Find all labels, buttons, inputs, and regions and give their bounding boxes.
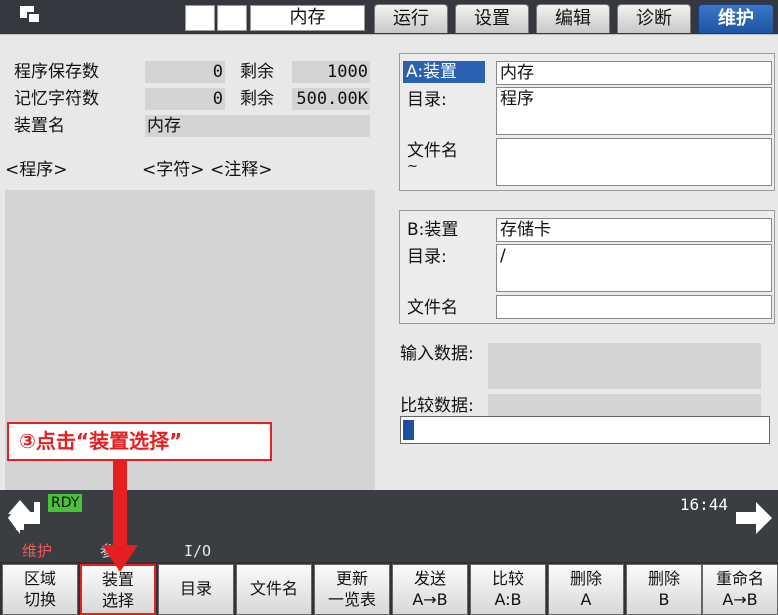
- compare-data-label: 比较数据:: [400, 396, 474, 416]
- input-data-field: [488, 343, 761, 389]
- fkey-label: A: [580, 590, 592, 609]
- fkey-directory[interactable]: 目录: [158, 564, 234, 615]
- tab-maintenance[interactable]: 维护: [698, 4, 774, 33]
- panel-a-device-label[interactable]: A:装置: [403, 61, 485, 83]
- char-count-value: 0: [145, 88, 225, 110]
- tab-run[interactable]: 运行: [374, 4, 448, 33]
- program-count-label: 程序保存数: [14, 62, 99, 82]
- panel-b: B:装置 存储卡 目录: / 文件名: [399, 210, 775, 324]
- menupath-io[interactable]: I/O: [184, 541, 211, 561]
- fkey-area-switch[interactable]: 区域 切换: [2, 564, 78, 615]
- fkey-label: 重命名: [715, 569, 764, 588]
- top-status-box-1: [185, 5, 215, 31]
- fkey-label: 区域: [23, 569, 56, 588]
- ready-indicator: RDY: [48, 494, 83, 512]
- device-name-label: 装置名: [14, 116, 65, 136]
- panel-a-dir-field[interactable]: 程序: [496, 87, 772, 135]
- device-name-value: 内存: [145, 115, 370, 137]
- fkey-label: 文件名: [249, 579, 298, 598]
- panel-b-file-field[interactable]: [496, 295, 772, 319]
- next-arrow-icon[interactable]: [734, 498, 774, 538]
- program-count-value: 0: [145, 61, 225, 83]
- fkey-label: 切换: [23, 590, 56, 609]
- panel-a: A:装置 内存 目录: 程序 文件名 ~: [399, 53, 775, 191]
- column-chars: <字符>: [142, 160, 205, 180]
- char-count-label: 记忆字符数: [14, 89, 99, 109]
- annotation-arrow-icon: [102, 460, 138, 572]
- fkey-send-a-to-b[interactable]: 发送 A→B: [392, 564, 468, 615]
- fkey-label: 更新: [335, 569, 368, 588]
- fkey-label: A→B: [722, 590, 758, 609]
- fkey-filename[interactable]: 文件名: [236, 564, 312, 615]
- progress-fill: [403, 420, 414, 440]
- program-remain-value: 1000: [292, 61, 370, 83]
- annotation-callout: ③点击“装置选择”: [7, 422, 272, 461]
- menupath-maintenance[interactable]: 维护: [22, 541, 52, 561]
- column-program: <程序>: [5, 160, 68, 180]
- fkey-label: A:B: [494, 590, 522, 609]
- tab-setup[interactable]: 设置: [455, 4, 529, 33]
- clock-display: 16:44: [679, 495, 728, 514]
- back-arrow-icon[interactable]: [4, 496, 44, 536]
- fkey-label: 一览表: [327, 590, 376, 609]
- panel-b-file-label: 文件名: [407, 298, 458, 318]
- fkey-label: A→B: [412, 590, 448, 609]
- current-device-display: 内存: [250, 5, 365, 31]
- window-switch-icon[interactable]: [20, 6, 44, 26]
- fkey-refresh-list[interactable]: 更新 一览表: [314, 564, 390, 615]
- fkey-label: 目录: [179, 579, 212, 598]
- fkey-delete-a[interactable]: 删除 A: [548, 564, 624, 615]
- fkey-label: 删除: [569, 569, 602, 588]
- fkey-label: 删除: [647, 569, 680, 588]
- fkey-label: 发送: [413, 569, 446, 588]
- program-remain-label: 剩余: [240, 62, 274, 82]
- panel-a-file-field[interactable]: [496, 138, 772, 186]
- fkey-rename-a-to-b[interactable]: 重命名 A→B: [702, 564, 778, 615]
- top-bar: 内存 运行 设置 编辑 诊断 维护: [0, 0, 778, 34]
- progress-bar: [400, 416, 770, 444]
- input-data-label: 输入数据:: [400, 344, 474, 364]
- fkey-label: 选择: [101, 591, 134, 610]
- panel-b-device-field[interactable]: 存储卡: [496, 218, 772, 242]
- column-comment: <注释>: [210, 160, 273, 180]
- char-remain-value: 500.00K: [292, 88, 370, 110]
- tab-diagnosis[interactable]: 诊断: [617, 4, 691, 33]
- panel-b-dir-label: 目录:: [407, 247, 447, 267]
- fkey-label: B: [658, 590, 670, 609]
- fkey-compare-a-b[interactable]: 比较 A:B: [470, 564, 546, 615]
- tab-edit[interactable]: 编辑: [536, 4, 610, 33]
- panel-a-device-field[interactable]: 内存: [496, 61, 772, 85]
- fkey-label: 比较: [491, 569, 524, 588]
- fkey-delete-b[interactable]: 删除 B: [626, 564, 702, 615]
- char-remain-label: 剩余: [240, 89, 274, 109]
- panel-b-dir-field[interactable]: /: [496, 244, 772, 292]
- panel-b-device-label[interactable]: B:装置: [407, 219, 458, 241]
- panel-a-file-tilde: ~: [407, 159, 418, 174]
- top-status-box-2: [217, 5, 247, 31]
- panel-a-dir-label: 目录:: [407, 90, 447, 110]
